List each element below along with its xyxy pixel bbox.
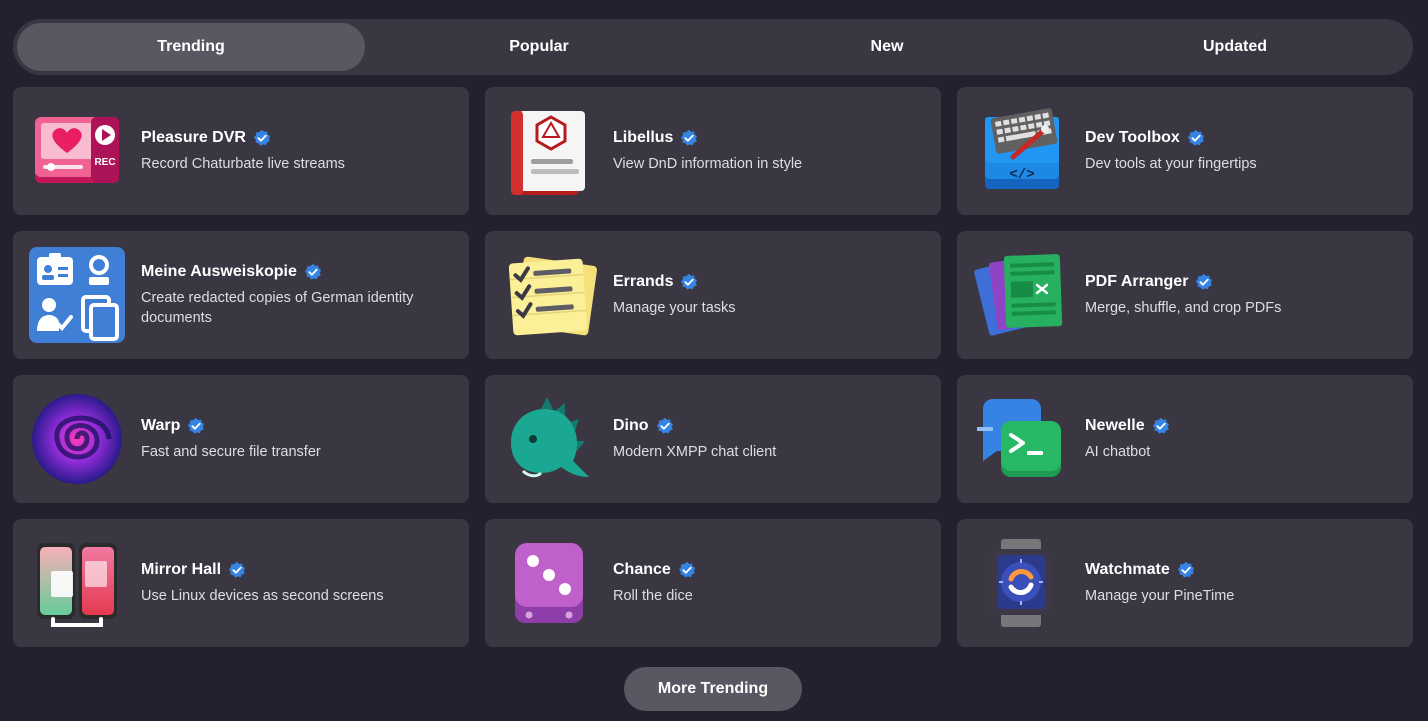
app-card-pdf-arranger[interactable]: PDF Arranger Merge, shuffle, and crop PD…	[957, 231, 1413, 359]
app-name: Dino	[613, 416, 649, 434]
category-tabs: Trending Popular New Updated	[13, 19, 1413, 75]
verified-badge-icon	[228, 561, 246, 579]
errands-icon	[501, 247, 597, 343]
app-description: Manage your tasks	[613, 299, 736, 316]
warp-icon	[29, 391, 125, 487]
verified-badge-icon	[678, 561, 696, 579]
app-name: Libellus	[613, 128, 674, 146]
chance-icon	[501, 535, 597, 631]
verified-badge-icon	[680, 129, 698, 147]
app-description: Use Linux devices as second screens	[141, 587, 384, 604]
pleasure-dvr-icon: REC	[29, 103, 125, 199]
svg-text:</>: </>	[1009, 167, 1034, 183]
app-description: View DnD information in style	[613, 155, 803, 172]
app-description: Create redacted copies of German identit…	[141, 289, 414, 326]
app-description: Dev tools at your fingertips	[1085, 155, 1257, 172]
verified-badge-icon	[304, 263, 322, 281]
pdf-arranger-icon	[973, 247, 1069, 343]
meine-ausweiskopie-icon	[29, 247, 125, 343]
app-name: Errands	[613, 272, 674, 290]
app-card-watchmate[interactable]: Watchmate Manage your PineTime	[957, 519, 1413, 647]
app-name: Mirror Hall	[141, 560, 222, 578]
verified-badge-icon	[1152, 417, 1170, 435]
app-card-chance[interactable]: Chance Roll the dice	[485, 519, 941, 647]
app-card-pleasure-dvr[interactable]: REC Pleasure DVR Record Chaturbate live …	[13, 87, 469, 215]
app-card-dev-toolbox[interactable]: </> Dev Toolbox Dev tools at your finger…	[957, 87, 1413, 215]
more-trending-button[interactable]: More Trending	[624, 667, 802, 711]
verified-badge-icon	[253, 129, 271, 147]
verified-badge-icon	[1195, 273, 1213, 291]
verified-badge-icon	[680, 273, 698, 291]
app-name: PDF Arranger	[1085, 272, 1189, 290]
app-name: Chance	[613, 560, 671, 578]
app-grid: REC Pleasure DVR Record Chaturbate live …	[13, 87, 1413, 647]
watchmate-icon	[973, 535, 1069, 631]
verified-badge-icon	[187, 417, 205, 435]
newelle-icon	[973, 391, 1069, 487]
app-description: Merge, shuffle, and crop PDFs	[1085, 299, 1282, 316]
app-description: Record Chaturbate live streams	[141, 155, 345, 172]
app-card-errands[interactable]: Errands Manage your tasks	[485, 231, 941, 359]
app-card-libellus[interactable]: Libellus View DnD information in style	[485, 87, 941, 215]
dev-toolbox-icon: </>	[973, 103, 1069, 199]
verified-badge-icon	[656, 417, 674, 435]
tab-trending[interactable]: Trending	[17, 23, 365, 71]
tab-updated[interactable]: Updated	[1061, 23, 1409, 71]
app-description: Fast and secure file transfer	[141, 443, 321, 460]
app-card-mirror-hall[interactable]: Mirror Hall Use Linux devices as second …	[13, 519, 469, 647]
app-card-newelle[interactable]: Newelle AI chatbot	[957, 375, 1413, 503]
libellus-icon	[501, 103, 597, 199]
app-name: Meine Ausweiskopie	[141, 262, 297, 280]
app-name: Dev Toolbox	[1085, 128, 1180, 146]
app-name: Newelle	[1085, 416, 1145, 434]
app-description: Manage your PineTime	[1085, 587, 1235, 604]
verified-badge-icon	[1187, 129, 1205, 147]
app-card-warp[interactable]: Warp Fast and secure file transfer	[13, 375, 469, 503]
tab-popular[interactable]: Popular	[365, 23, 713, 71]
svg-text:REC: REC	[94, 157, 115, 168]
app-description: AI chatbot	[1085, 443, 1151, 460]
app-description: Modern XMPP chat client	[613, 443, 777, 460]
app-name: Pleasure DVR	[141, 128, 246, 146]
app-card-meine-ausweiskopie[interactable]: Meine Ausweiskopie Create redacted copie…	[13, 231, 469, 359]
app-name: Watchmate	[1085, 560, 1170, 578]
tab-new[interactable]: New	[713, 23, 1061, 71]
app-name: Warp	[141, 416, 181, 434]
verified-badge-icon	[1177, 561, 1195, 579]
app-card-dino[interactable]: Dino Modern XMPP chat client	[485, 375, 941, 503]
mirror-hall-icon	[29, 535, 125, 631]
app-description: Roll the dice	[613, 587, 693, 604]
dino-icon	[501, 391, 597, 487]
